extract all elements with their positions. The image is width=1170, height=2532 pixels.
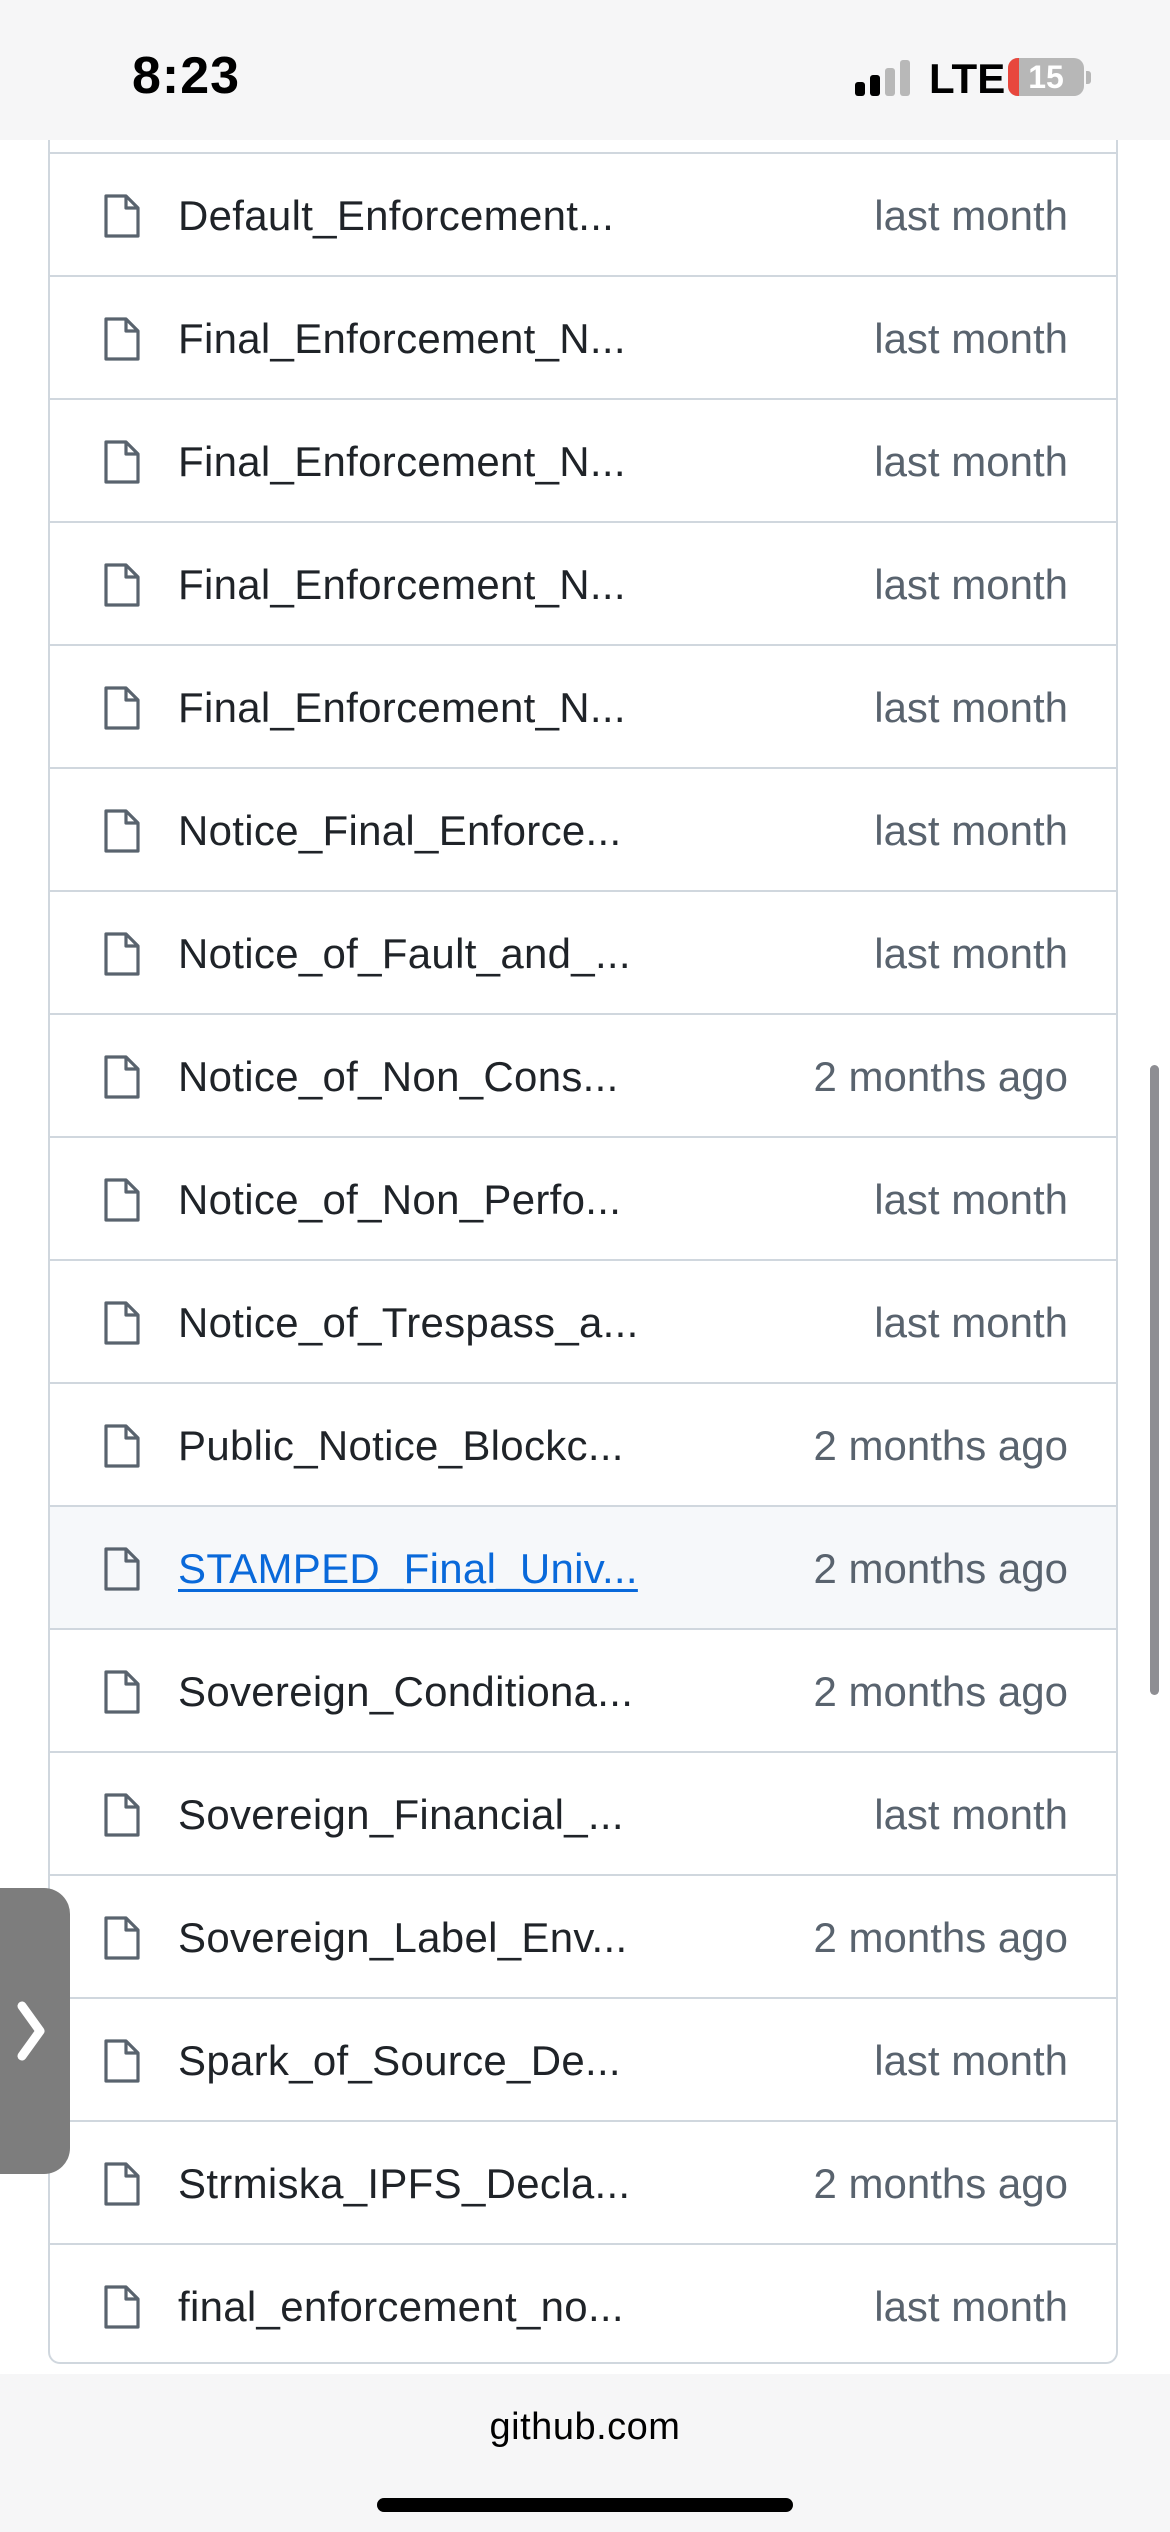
- url-label[interactable]: github.com: [0, 2406, 1170, 2449]
- file-name-link[interactable]: final_enforcement_no...: [178, 2283, 624, 2331]
- file-row[interactable]: Final_Enforcement_N... last month: [50, 277, 1116, 400]
- file-row[interactable]: Sovereign_Financial_... last month: [50, 1753, 1116, 1876]
- file-row[interactable]: Notice_of_Non_Perfo... last month: [50, 1138, 1116, 1261]
- file-row[interactable]: Strmiska_IPFS_Decla... 2 months ago: [50, 2122, 1116, 2245]
- file-last-modified: 2 months ago: [813, 2160, 1068, 2207]
- file-name-link[interactable]: Sovereign_Financial_...: [178, 1791, 624, 1839]
- signal-bar: [900, 60, 910, 96]
- side-panel-tab[interactable]: [0, 1888, 70, 2174]
- file-icon: [104, 2039, 140, 2083]
- battery-cap: [1086, 71, 1091, 84]
- file-row[interactable]: Default_Enforcement... last month: [50, 154, 1116, 277]
- file-row[interactable]: Notice_of_Trespass_a... last month: [50, 1261, 1116, 1384]
- file-last-modified: 2 months ago: [813, 1422, 1068, 1469]
- browser-bottom-bar: github.com: [0, 2374, 1170, 2532]
- file-icon: [104, 932, 140, 976]
- file-last-modified: last month: [874, 807, 1068, 854]
- file-icon: [104, 1547, 140, 1591]
- file-icon: [104, 563, 140, 607]
- file-last-modified: last month: [874, 192, 1068, 239]
- scrollbar[interactable]: [1150, 1065, 1159, 1695]
- file-name-link[interactable]: Sovereign_Conditiona...: [178, 1668, 633, 1716]
- file-icon: [104, 1178, 140, 1222]
- file-row[interactable]: STAMPED_Final_Univ... 2 months ago: [50, 1507, 1116, 1630]
- file-name-link[interactable]: Final_Enforcement_N...: [178, 315, 626, 363]
- file-name-link[interactable]: Final_Enforcement_N...: [178, 684, 626, 732]
- file-icon: [104, 809, 140, 853]
- file-row[interactable]: final_enforcement_no... last month: [50, 2245, 1116, 2362]
- file-list: Default_Enforcement... last month Final_En…: [48, 140, 1118, 2364]
- file-icon: [104, 686, 140, 730]
- signal-bar: [855, 82, 865, 96]
- file-name-link[interactable]: Notice_of_Trespass_a...: [178, 1299, 639, 1347]
- file-row[interactable]: Notice_of_Fault_and_... last month: [50, 892, 1116, 1015]
- file-name-link[interactable]: Sovereign_Label_Env...: [178, 1914, 627, 1962]
- file-last-modified: last month: [874, 930, 1068, 977]
- network-type-label: LTE: [929, 55, 1006, 102]
- file-row[interactable]: Sovereign_Label_Env... 2 months ago: [50, 1876, 1116, 1999]
- file-icon: [104, 194, 140, 238]
- file-row[interactable]: Final_Enforcement_N... last month: [50, 523, 1116, 646]
- file-icon: [104, 2162, 140, 2206]
- cellular-signal-icon: [855, 60, 915, 96]
- file-name-link[interactable]: Notice_of_Non_Cons...: [178, 1053, 619, 1101]
- file-last-modified: last month: [874, 2283, 1068, 2330]
- file-row[interactable]: Public_Notice_Blockc... 2 months ago: [50, 1384, 1116, 1507]
- file-last-modified: last month: [874, 1299, 1068, 1346]
- file-last-modified: 2 months ago: [813, 1914, 1068, 1961]
- file-name-link[interactable]: Default_Enforcement...: [178, 192, 614, 240]
- chevron-right-icon: [17, 2001, 45, 2061]
- file-last-modified: last month: [874, 1176, 1068, 1223]
- file-name-link[interactable]: Notice_of_Non_Perfo...: [178, 1176, 621, 1224]
- file-last-modified: last month: [874, 315, 1068, 362]
- file-row[interactable]: Spark_of_Source_De... last month: [50, 1999, 1116, 2122]
- signal-bar: [885, 68, 895, 96]
- file-icon: [104, 1055, 140, 1099]
- file-last-modified: 2 months ago: [813, 1668, 1068, 1715]
- battery-icon: 15: [1008, 58, 1084, 96]
- file-name-link[interactable]: Notice_Final_Enforce...: [178, 807, 621, 855]
- file-icon: [104, 317, 140, 361]
- file-last-modified: last month: [874, 438, 1068, 485]
- file-row[interactable]: Notice_of_Non_Cons... 2 months ago: [50, 1015, 1116, 1138]
- status-time: 8:23: [132, 47, 241, 105]
- file-last-modified: last month: [874, 561, 1068, 608]
- file-row[interactable]: Final_Enforcement_N... last month: [50, 400, 1116, 523]
- file-name-link[interactable]: Public_Notice_Blockc...: [178, 1422, 624, 1470]
- file-name-link[interactable]: Final_Enforcement_N...: [178, 438, 626, 486]
- file-icon: [104, 1301, 140, 1345]
- file-icon: [104, 1793, 140, 1837]
- file-name-link[interactable]: Final_Enforcement_N...: [178, 561, 626, 609]
- status-bar: 8:23 LTE 15: [0, 0, 1170, 140]
- file-last-modified: 2 months ago: [813, 1053, 1068, 1100]
- file-row[interactable]: Sovereign_Conditiona... 2 months ago: [50, 1630, 1116, 1753]
- file-icon: [104, 2285, 140, 2329]
- file-icon: [104, 440, 140, 484]
- home-indicator[interactable]: [377, 2498, 793, 2512]
- file-name-link[interactable]: Strmiska_IPFS_Decla...: [178, 2160, 630, 2208]
- file-last-modified: last month: [874, 1791, 1068, 1838]
- file-name-link[interactable]: Notice_of_Fault_and_...: [178, 930, 631, 978]
- file-row[interactable]: Notice_Final_Enforce... last month: [50, 769, 1116, 892]
- file-icon: [104, 1670, 140, 1714]
- file-icon: [104, 1424, 140, 1468]
- file-last-modified: 2 months ago: [813, 1545, 1068, 1592]
- file-last-modified: last month: [874, 2037, 1068, 2084]
- battery-level-label: 15: [1028, 59, 1064, 95]
- file-name-link[interactable]: Spark_of_Source_De...: [178, 2037, 621, 2085]
- signal-bar: [870, 75, 880, 96]
- file-icon: [104, 1916, 140, 1960]
- file-row[interactable]: Final_Enforcement_N... last month: [50, 646, 1116, 769]
- file-last-modified: last month: [874, 684, 1068, 731]
- file-name-link[interactable]: STAMPED_Final_Univ...: [178, 1545, 638, 1593]
